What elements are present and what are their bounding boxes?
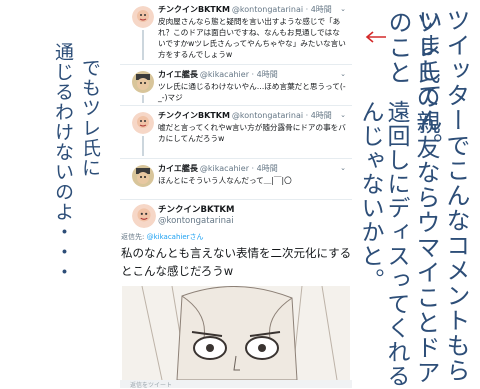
annotation-left-col2: 通じるわけないのよ・・・: [52, 42, 74, 282]
chevron-down-icon[interactable]: ⌄: [340, 111, 346, 119]
tweet-handle-time: @kikacahier · 4時間: [199, 70, 278, 79]
tweet-author-name[interactable]: カイエ艦長: [158, 164, 198, 173]
main-tweet-header: チンクインBKTKM @kontongatarinai: [120, 200, 352, 232]
tweet-item[interactable]: チンクインBKTKM @kontongatarinai · 4時間 嘘だと言ってく…: [120, 106, 352, 159]
tweet-item[interactable]: チンクインBKTKM @kontongatarinai · 4時間 皮肉屋さんなら…: [120, 0, 352, 65]
tweet-text: 嘘だと言ってくれやw言い方が随分露骨にドアの事をバカにしてんだろうw: [158, 123, 346, 143]
tweet-text: ツレ氏に通じるわけないやん…ほめ言葉だと思うって(-_-)マジ: [158, 82, 346, 102]
chevron-down-icon[interactable]: ⌄: [340, 70, 346, 78]
thread-line: [142, 136, 144, 156]
avatar[interactable]: [132, 6, 154, 28]
manga-face-sketch: [122, 286, 350, 380]
tweet-author-name[interactable]: チンクインBKTKM: [158, 5, 230, 14]
avatar[interactable]: [132, 112, 154, 134]
thread-line: [142, 95, 144, 103]
reply-to-prefix: 返信先:: [121, 233, 147, 241]
tweet-handle-time: @kontongatarinai · 4時間: [231, 5, 332, 14]
main-tweet-text: 私のなんとも言えない表情を二次元化にするとこんな感じだろうw: [121, 246, 352, 278]
tweet-item[interactable]: カイエ艦長 @kikacahier · 4時間 ほんとにそういう人なんだって＿|￣…: [120, 159, 352, 200]
annotation-right-col3: 遠回しにディスってくれるんじゃないかと。: [357, 100, 409, 388]
reply-to-link[interactable]: @kikacahierさん: [147, 233, 204, 241]
reply-compose-bar[interactable]: 返信をツイート: [120, 380, 352, 389]
tweet-text: 皮肉屋さんなら態と疑問を言い出すような感じで「あれ？このドアは面白いですね、なん…: [158, 17, 346, 59]
reply-to-line: 返信先: @kikacahierさん: [121, 232, 204, 242]
tweet-handle-time: @kontongatarinai · 4時間: [231, 111, 332, 120]
chevron-down-icon[interactable]: ⌄: [340, 164, 346, 172]
tweet-text: ほんとにそういう人なんだって＿|￣|〇: [158, 176, 292, 185]
tweet-author-name[interactable]: カイエ艦長: [158, 70, 198, 79]
tweet-handle-time: @kikacahier · 4時間: [199, 164, 278, 173]
tweet-author-name[interactable]: チンクインBKTKM: [158, 111, 230, 120]
annotation-left-col1: でもツレ氏に: [79, 58, 101, 178]
main-tweet-handle[interactable]: @kontongatarinai: [158, 216, 234, 226]
avatar[interactable]: [132, 204, 156, 228]
attached-image[interactable]: [122, 286, 350, 380]
avatar[interactable]: [132, 71, 154, 93]
main-tweet-author-name[interactable]: チンクインBKTKM: [158, 205, 234, 215]
avatar[interactable]: [132, 165, 154, 187]
tweet-item[interactable]: カイエ艦長 @kikacahier · 4時間 ツレ氏に通じるわけないやん…ほめ言…: [120, 65, 352, 106]
chevron-down-icon[interactable]: ⌄: [340, 5, 346, 13]
thread-line: [142, 30, 144, 60]
